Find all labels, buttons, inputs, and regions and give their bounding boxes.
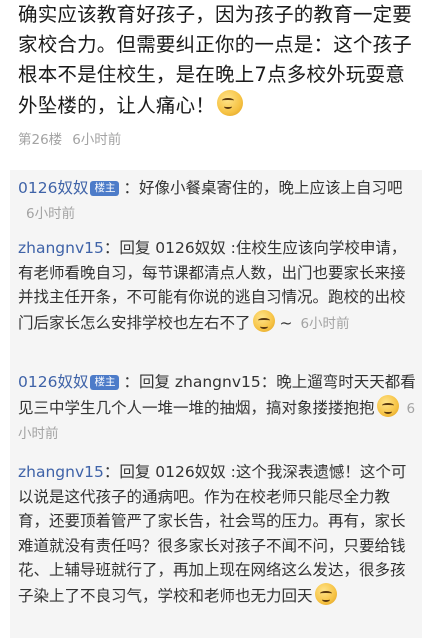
reply-text: ：回复 0126奴奴 :这个我深表遗憾！这个可以说是这代孩子的通病吧。作为在校老… xyxy=(18,463,407,605)
reply-username[interactable]: zhangnv15 xyxy=(18,463,104,481)
reply-text: ：好像小餐桌寄住的，晚上应该上自习吧 xyxy=(123,179,403,197)
main-post-meta: 第26楼 6小时前 xyxy=(18,128,121,148)
sad-face-emoji-icon xyxy=(217,90,244,116)
reply-username[interactable]: zhangnv15 xyxy=(18,239,104,257)
reply-item[interactable]: zhangnv15：回复 0126奴奴 :住校生应该向学校申请，有老师看晚自习，… xyxy=(18,236,416,336)
op-badge: 楼主 xyxy=(90,375,120,390)
reply-tail: ~ xyxy=(279,313,293,332)
reply-username[interactable]: 0126奴奴 xyxy=(18,179,88,197)
reply-username[interactable]: 0126奴奴 xyxy=(18,373,88,391)
reply-item[interactable]: 0126奴奴 楼主 ：好像小餐桌寄住的，晚上应该上自习吧 6小时前 xyxy=(18,176,416,226)
main-post-text: 确实应该教育好孩子，因为孩子的教育一定要家校合力。但需要纠正你的一点是：这个孩子… xyxy=(18,3,413,117)
op-badge: 楼主 xyxy=(90,181,120,196)
reply-item[interactable]: 0126奴奴 楼主 ：回复 zhangnv15：晚上遛弯时天天都看见三中学生几个人一… xyxy=(18,370,416,447)
reply-item[interactable]: zhangnv15：回复 0126奴奴 :这个我深表遗憾！这个可以说是这代孩子的… xyxy=(18,460,416,608)
sad-face-emoji-icon xyxy=(314,582,337,605)
smile-emoji-icon xyxy=(252,309,275,332)
main-post-time: 6小时前 xyxy=(72,132,122,148)
reply-time: 6小时前 xyxy=(300,315,350,332)
smile-emoji-icon xyxy=(376,394,399,417)
reply-time: 6小时前 xyxy=(26,205,76,222)
reply-list: 0126奴奴 楼主 ：好像小餐桌寄住的，晚上应该上自习吧6小时前 zhangnv15… xyxy=(10,170,422,638)
main-post-body: 确实应该教育好孩子，因为孩子的教育一定要家校合力。但需要纠正你的一点是：这个孩子… xyxy=(18,0,416,121)
thread-page: 确实应该教育好孩子，因为孩子的教育一定要家校合力。但需要纠正你的一点是：这个孩子… xyxy=(0,0,422,638)
floor-number: 第26楼 xyxy=(18,132,63,148)
